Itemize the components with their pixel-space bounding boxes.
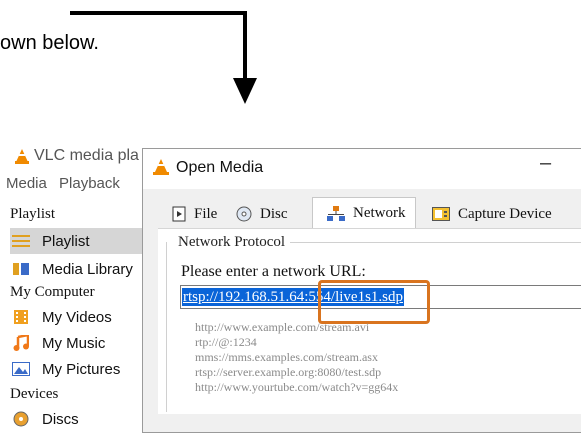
vlc-logo-icon	[15, 149, 29, 164]
sidebar-item-label: Discs	[42, 410, 79, 428]
tab-capture-device[interactable]: Capture Device	[432, 199, 552, 229]
disc-icon	[10, 410, 32, 428]
sidebar-item-label: My Pictures	[42, 360, 121, 378]
sidebar-item-media-library[interactable]: Media Library	[10, 256, 160, 282]
media-library-icon	[10, 260, 32, 278]
network-icon	[327, 205, 345, 222]
group-border	[166, 242, 167, 412]
example-url: rtsp://server.example.org:8080/test.sdp	[195, 365, 382, 379]
playlist-icon	[10, 232, 32, 250]
dialog-title: Open Media	[176, 159, 264, 176]
minimize-button[interactable]: –	[540, 152, 551, 175]
sidebar-item-label: My Music	[42, 334, 106, 352]
sidebar-item-my-pictures[interactable]: My Pictures	[10, 356, 160, 382]
url-examples: http://www.example.com/stream.avi rtp://…	[195, 320, 398, 395]
videos-icon	[10, 308, 32, 326]
vlc-window-title: VLC media pla	[34, 147, 139, 164]
tab-disc[interactable]: Disc	[236, 199, 288, 229]
pictures-icon	[10, 360, 32, 378]
sidebar-item-my-music[interactable]: My Music	[10, 330, 160, 356]
tab-label: Capture Device	[458, 205, 552, 222]
arrow-down-icon	[70, 11, 257, 104]
sidebar-section-playlist: Playlist	[10, 206, 56, 222]
capture-device-icon	[432, 207, 450, 221]
example-url: mms://mms.examples.com/stream.asx	[195, 350, 378, 364]
tab-label: Network	[353, 205, 406, 221]
example-url: http://www.yourtube.com/watch?v=gg64x	[195, 380, 399, 394]
url-label: Please enter a network URL:	[181, 263, 366, 280]
music-icon	[10, 334, 32, 352]
sidebar-item-label: My Videos	[42, 308, 112, 326]
disc-icon	[236, 206, 252, 222]
group-border	[290, 242, 581, 243]
sidebar-item-label: Playlist	[42, 232, 90, 250]
example-url: http://www.example.com/stream.avi	[195, 320, 370, 334]
sidebar-item-label: Media Library	[42, 260, 133, 278]
sidebar-section-my-computer: My Computer	[10, 284, 95, 300]
sidebar-item-playlist[interactable]: Playlist	[10, 228, 160, 254]
sidebar-item-my-videos[interactable]: My Videos	[10, 304, 160, 330]
sidebar-section-devices: Devices	[10, 386, 59, 402]
sidebar-item-discs[interactable]: Discs	[10, 406, 160, 432]
tab-label: Disc	[260, 205, 288, 222]
menu-media[interactable]: Media	[6, 175, 47, 192]
menu-playback[interactable]: Playback	[59, 175, 120, 192]
file-icon	[172, 206, 186, 222]
vlc-menubar: Media Playback	[6, 175, 128, 192]
vlc-logo-icon	[153, 159, 169, 175]
tab-file[interactable]: File	[172, 199, 217, 229]
highlight-box	[318, 280, 430, 324]
group-title: Network Protocol	[178, 234, 286, 251]
example-url: rtp://@:1234	[195, 335, 257, 349]
tab-network[interactable]: Network	[312, 197, 416, 229]
tab-label: File	[194, 205, 218, 222]
